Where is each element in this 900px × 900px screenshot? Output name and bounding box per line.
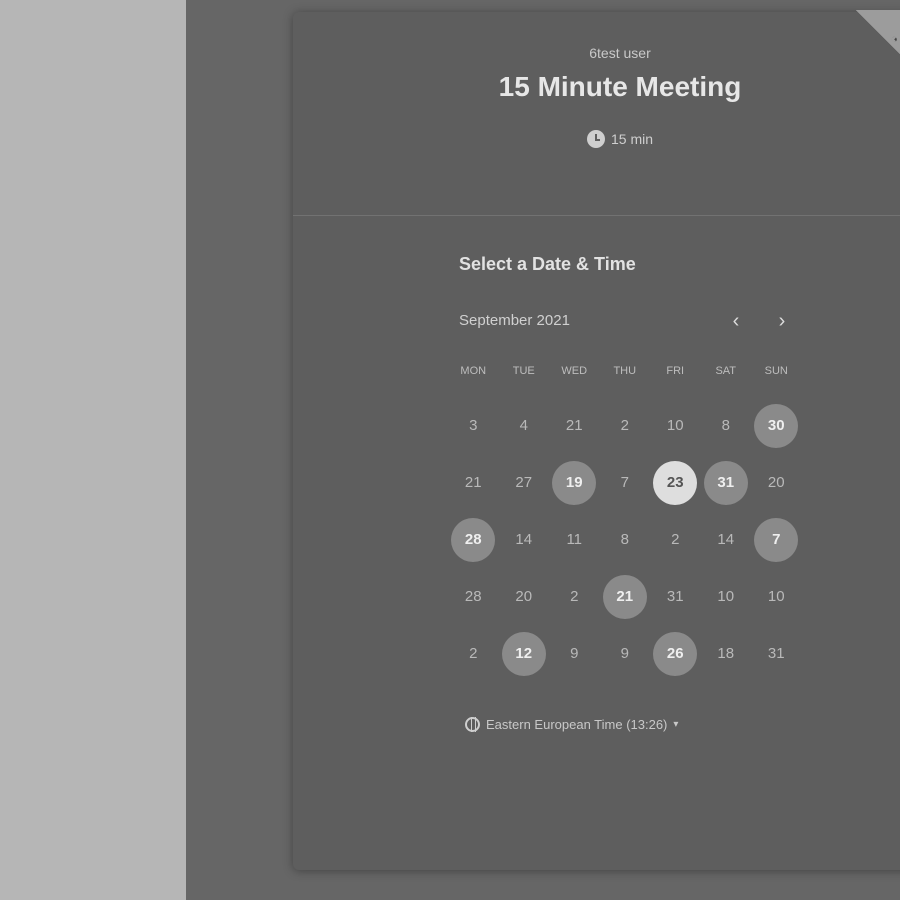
day-cell[interactable]: 23: [650, 454, 701, 511]
weekday-thu: THU: [613, 365, 637, 377]
weekday-header: MON TUE WED THU FRI SAT SUN: [448, 365, 802, 377]
day-number: 21: [464, 474, 482, 491]
day-cell[interactable]: 26: [650, 625, 701, 682]
day-cell: 27: [499, 454, 550, 511]
day-cell[interactable]: 31: [701, 454, 752, 511]
day-number: 31: [703, 460, 748, 505]
day-cell: 10: [701, 568, 752, 625]
day-cell: 31: [650, 568, 701, 625]
day-number: 31: [666, 588, 684, 605]
day-cell: 10: [751, 568, 802, 625]
day-number: 31: [767, 645, 785, 662]
weekday-wed: WED: [561, 365, 588, 377]
day-number: 14: [515, 531, 533, 548]
day-cell: 20: [499, 568, 550, 625]
day-number: 10: [666, 417, 684, 434]
day-number: 10: [717, 588, 735, 605]
next-month-button[interactable]: ›: [769, 308, 795, 334]
day-cell: 9: [549, 625, 600, 682]
left-panel: [0, 0, 186, 900]
host-name: 6test user: [589, 45, 651, 61]
day-number: 26: [653, 631, 698, 676]
day-number: 3: [469, 417, 478, 434]
day-cell: 9: [600, 625, 651, 682]
prev-month-button[interactable]: ‹: [723, 308, 749, 334]
weekday-tue: TUE: [512, 365, 535, 377]
weekday-fri: FRI: [666, 365, 685, 377]
day-cell: 31: [751, 625, 802, 682]
day-cell: 4: [499, 397, 550, 454]
day-cell[interactable]: 19: [549, 454, 600, 511]
day-number: 8: [721, 417, 730, 434]
day-number: 20: [767, 474, 785, 491]
timezone-label: Eastern European Time (13:26): [486, 717, 668, 732]
section-title: Select a Date & Time: [459, 254, 636, 274]
day-cell: 14: [701, 511, 752, 568]
badge-icon[interactable]: ◔: [856, 10, 900, 54]
day-number: 11: [566, 531, 583, 548]
day-number: 28: [464, 588, 482, 605]
day-number: 2: [570, 588, 579, 605]
day-cell: 2: [600, 397, 651, 454]
day-number: 19: [552, 460, 597, 505]
day-number: 7: [620, 474, 629, 491]
day-number: 20: [515, 588, 533, 605]
day-number: 21: [602, 574, 647, 619]
weekday-sun: SUN: [764, 365, 788, 377]
chevron-right-icon: ›: [778, 309, 786, 332]
scheduling-card: 6test user 15 Minute Meeting 15 min Sele…: [293, 12, 900, 870]
weekday-mon: MON: [460, 365, 487, 377]
day-cell[interactable]: 12: [499, 625, 550, 682]
day-cell[interactable]: 30: [751, 397, 802, 454]
duration-label: 15 min: [610, 131, 654, 147]
day-cell: 8: [701, 397, 752, 454]
clock-icon: [586, 130, 605, 148]
day-number: 12: [501, 631, 546, 676]
day-number: 9: [570, 645, 579, 662]
day-cell: 11: [549, 511, 600, 568]
day-number: 21: [565, 417, 583, 434]
day-cell: 20: [751, 454, 802, 511]
day-number: 8: [620, 531, 629, 548]
day-cell: 14: [499, 511, 550, 568]
day-cell: 21: [549, 397, 600, 454]
day-number: 2: [671, 531, 680, 548]
chevron-left-icon: ‹: [732, 309, 740, 332]
header-divider: [293, 215, 900, 216]
event-duration: 15 min: [293, 130, 900, 148]
globe-icon: [465, 717, 480, 732]
day-cell[interactable]: 21: [600, 568, 651, 625]
caret-down-icon: ▾: [673, 719, 679, 730]
day-number: 7: [754, 517, 799, 562]
day-cell: 2: [650, 511, 701, 568]
timezone-selector[interactable]: Eastern European Time (13:26) ▾: [465, 717, 678, 732]
day-cell: 7: [600, 454, 651, 511]
day-cell[interactable]: 7: [751, 511, 802, 568]
day-number: 2: [620, 417, 629, 434]
day-number: 30: [754, 403, 799, 448]
day-cell: 28: [448, 568, 499, 625]
day-number: 14: [717, 531, 735, 548]
day-cell: 21: [448, 454, 499, 511]
calendar-grid: 3 4 21 2 10 8 30 21 27 19 7 23 31 20 28 14 11 8 2 14 7 28 20 2 2…: [448, 397, 802, 682]
day-cell: 8: [600, 511, 651, 568]
weekday-sat: SAT: [715, 365, 737, 377]
day-cell: 10: [650, 397, 701, 454]
day-number: 2: [469, 645, 478, 662]
day-number: 18: [717, 645, 735, 662]
day-cell: 3: [448, 397, 499, 454]
month-label: September 2021: [459, 312, 570, 329]
day-number: 10: [767, 588, 785, 605]
day-cell: 2: [549, 568, 600, 625]
day-number: 27: [515, 474, 533, 491]
day-cell: 18: [701, 625, 752, 682]
day-number: 28: [451, 517, 496, 562]
day-number: 4: [519, 417, 528, 434]
day-number: 9: [620, 645, 629, 662]
event-title: 15 Minute Meeting: [498, 71, 742, 102]
day-cell[interactable]: 28: [448, 511, 499, 568]
day-number: 23: [653, 460, 698, 505]
day-cell: 2: [448, 625, 499, 682]
